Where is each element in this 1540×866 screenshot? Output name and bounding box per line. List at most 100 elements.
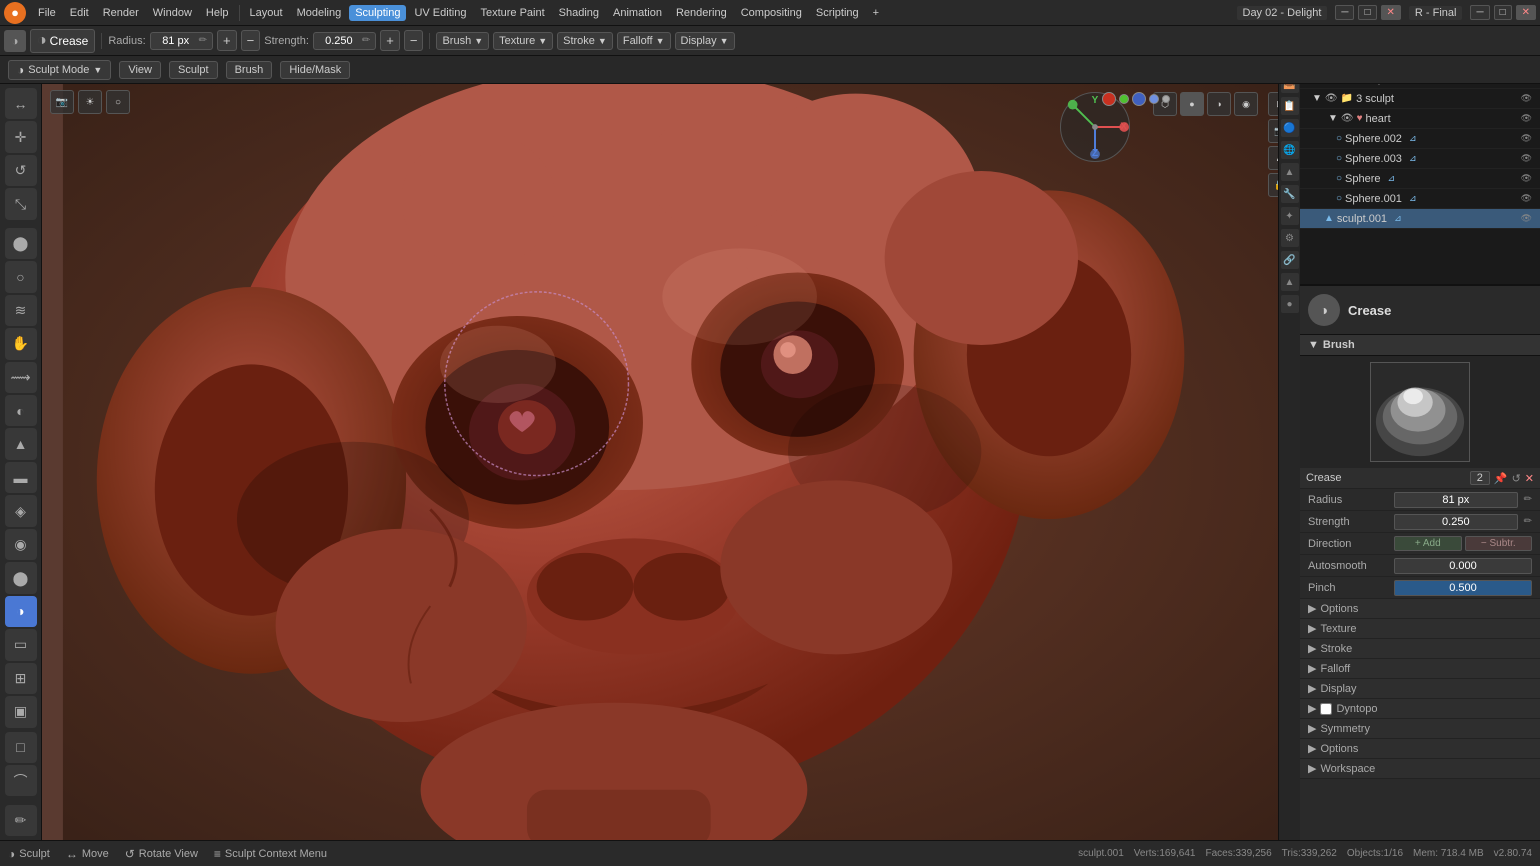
visibility-7[interactable]: 👁 — [1521, 173, 1532, 184]
tool-lasso-mask[interactable]: ⌒ — [5, 765, 37, 796]
visibility-5[interactable]: 👁 — [1521, 133, 1532, 144]
crease-pin-btn[interactable]: 📌 — [1494, 472, 1508, 485]
panel-tab-material[interactable]: ● — [1281, 295, 1299, 313]
shading-solid-btn[interactable]: ● — [1180, 92, 1204, 116]
strength-prop-value[interactable]: 0.250 — [1394, 514, 1518, 530]
display-section[interactable]: ▶ Display — [1300, 679, 1540, 699]
crease-delete-btn[interactable]: ✕ — [1525, 472, 1534, 485]
mode-selector[interactable]: ◑ Sculpt Mode ▼ — [8, 60, 111, 80]
tab-sculpting[interactable]: Sculpting — [349, 5, 406, 21]
options2-section[interactable]: ▶ Options — [1300, 739, 1540, 759]
mode-icon[interactable]: ◑ — [4, 30, 26, 52]
tool-pinch[interactable]: ◈ — [5, 495, 37, 526]
proj-minimize-btn[interactable]: ─ — [1470, 5, 1489, 20]
stroke-btn[interactable]: Stroke ▼ — [557, 32, 613, 50]
brush-sec-btn[interactable]: Brush — [226, 61, 273, 79]
tool-flatten[interactable]: ▭ — [5, 629, 37, 660]
visibility-9[interactable]: 👁 — [1521, 213, 1532, 224]
display-btn[interactable]: Display ▼ — [675, 32, 735, 50]
tool-transform[interactable]: ↔ — [5, 88, 37, 119]
tool-scrape[interactable]: ▬ — [5, 462, 37, 493]
tool-multiplane[interactable]: ▣ — [5, 696, 37, 727]
hide-mask-btn[interactable]: Hide/Mask — [280, 61, 350, 79]
outliner-item-sphere003[interactable]: ○ Sphere.003 ⊿ 👁 — [1300, 149, 1540, 169]
tool-thumb[interactable]: ◐ — [5, 395, 37, 426]
tool-inflate[interactable]: ◉ — [5, 529, 37, 560]
tool-rotate[interactable]: ↺ — [5, 155, 37, 186]
viewport-shading-btn[interactable]: ○ — [106, 90, 130, 114]
eye-icon-4[interactable]: 👁 — [1341, 113, 1354, 124]
tool-layer[interactable]: ⊞ — [5, 663, 37, 694]
status-rotate[interactable]: ↺ Rotate View — [125, 847, 198, 861]
tab-texture-paint[interactable]: Texture Paint — [474, 5, 550, 21]
strength-sub-btn[interactable]: − — [404, 30, 424, 51]
tool-grab[interactable]: ✋ — [5, 328, 37, 359]
strength-add-btn[interactable]: + — [380, 30, 400, 51]
viewport-light-btn[interactable]: ☀ — [78, 90, 102, 114]
symmetry-section[interactable]: ▶ Symmetry — [1300, 719, 1540, 739]
brush-selector[interactable]: ◑ Crease — [30, 29, 95, 53]
radius-control[interactable]: 81 px ✏ — [150, 32, 213, 50]
tool-annotate[interactable]: ✏ — [5, 805, 37, 836]
outliner-item-sculpt001[interactable]: ▲ sculpt.001 ⊿ 👁 — [1300, 209, 1540, 229]
outliner-item-sphere001[interactable]: ○ Sphere.001 ⊿ 👁 — [1300, 189, 1540, 209]
panel-tab-constraints[interactable]: 🔗 — [1281, 251, 1299, 269]
panel-tab-view-layer[interactable]: 📋 — [1281, 97, 1299, 115]
app-icon[interactable]: ● — [4, 2, 26, 24]
panel-tab-physics[interactable]: ⚙ — [1281, 229, 1299, 247]
tab-shading[interactable]: Shading — [553, 5, 605, 21]
maximize-btn[interactable]: □ — [1358, 5, 1376, 20]
tab-scripting[interactable]: Scripting — [810, 5, 865, 21]
menu-help[interactable]: Help — [200, 5, 235, 21]
panel-tab-object[interactable]: ▲ — [1281, 163, 1299, 181]
sculpt-btn[interactable]: Sculpt — [169, 61, 218, 79]
workspace-section[interactable]: ▶ Workspace — [1300, 759, 1540, 779]
menu-file[interactable]: File — [32, 5, 62, 21]
tool-move[interactable]: ✛ — [5, 121, 37, 152]
tool-box-mask[interactable]: □ — [5, 732, 37, 763]
proj-close-btn[interactable]: ✕ — [1516, 5, 1536, 20]
tab-add[interactable]: + — [867, 5, 885, 21]
outliner-item-sphere002[interactable]: ○ Sphere.002 ⊿ 👁 — [1300, 129, 1540, 149]
panel-tab-particles[interactable]: ✦ — [1281, 207, 1299, 225]
direction-add-btn[interactable]: + Add — [1394, 536, 1462, 551]
tab-uv-editing[interactable]: UV Editing — [408, 5, 472, 21]
autosmooth-prop-value[interactable]: 0.000 — [1394, 558, 1532, 574]
radius-prop-value[interactable]: 81 px — [1394, 492, 1518, 508]
close-btn[interactable]: ✕ — [1381, 5, 1401, 20]
tab-compositing[interactable]: Compositing — [735, 5, 808, 21]
tool-clay[interactable]: ○ — [5, 261, 37, 292]
dyntopo-checkbox[interactable] — [1320, 703, 1332, 715]
radius-sub-btn[interactable]: − — [241, 30, 261, 51]
falloff-section[interactable]: ▶ Falloff — [1300, 659, 1540, 679]
shading-material-btn[interactable]: ◑ — [1207, 92, 1231, 116]
visibility-8[interactable]: 👁 — [1521, 193, 1532, 204]
proj-maximize-btn[interactable]: □ — [1494, 5, 1512, 20]
tool-snake[interactable]: ⟿ — [5, 362, 37, 393]
stroke-section[interactable]: ▶ Stroke — [1300, 639, 1540, 659]
status-move[interactable]: ↔ Move — [66, 847, 109, 861]
brush-btn[interactable]: Brush ▼ — [436, 32, 489, 50]
tool-scale[interactable]: ⤡ — [5, 188, 37, 219]
visibility-6[interactable]: 👁 — [1521, 153, 1532, 164]
status-context[interactable]: ≡ Sculpt Context Menu — [214, 847, 327, 861]
panel-tab-modifier[interactable]: 🔧 — [1281, 185, 1299, 203]
viewport-camera-btn[interactable]: 📷 — [50, 90, 74, 114]
tool-fill[interactable]: ▲ — [5, 428, 37, 459]
crease-reset-btn[interactable]: ↺ — [1512, 472, 1521, 485]
texture-section[interactable]: ▶ Texture — [1300, 619, 1540, 639]
options-section[interactable]: ▶ Options — [1300, 599, 1540, 619]
dyntopo-section[interactable]: ▶ Dyntopo — [1300, 699, 1540, 719]
tool-blob[interactable]: ⬤ — [5, 562, 37, 593]
brush-section-header[interactable]: ▼ Brush — [1300, 335, 1540, 356]
panel-tab-data[interactable]: ▲ — [1281, 273, 1299, 291]
status-sculpt[interactable]: ◑ Sculpt — [8, 847, 50, 861]
eye-icon-3[interactable]: 👁 — [1325, 93, 1338, 104]
visibility-4[interactable]: 👁 — [1521, 113, 1532, 124]
menu-window[interactable]: Window — [147, 5, 198, 21]
brush-icon-circle[interactable]: ◑ — [1308, 294, 1340, 326]
texture-btn[interactable]: Texture ▼ — [493, 32, 553, 50]
tab-rendering[interactable]: Rendering — [670, 5, 733, 21]
outliner-item-heart[interactable]: ▼ 👁 ♥ heart 👁 — [1300, 109, 1540, 129]
panel-tab-world[interactable]: 🌐 — [1281, 141, 1299, 159]
